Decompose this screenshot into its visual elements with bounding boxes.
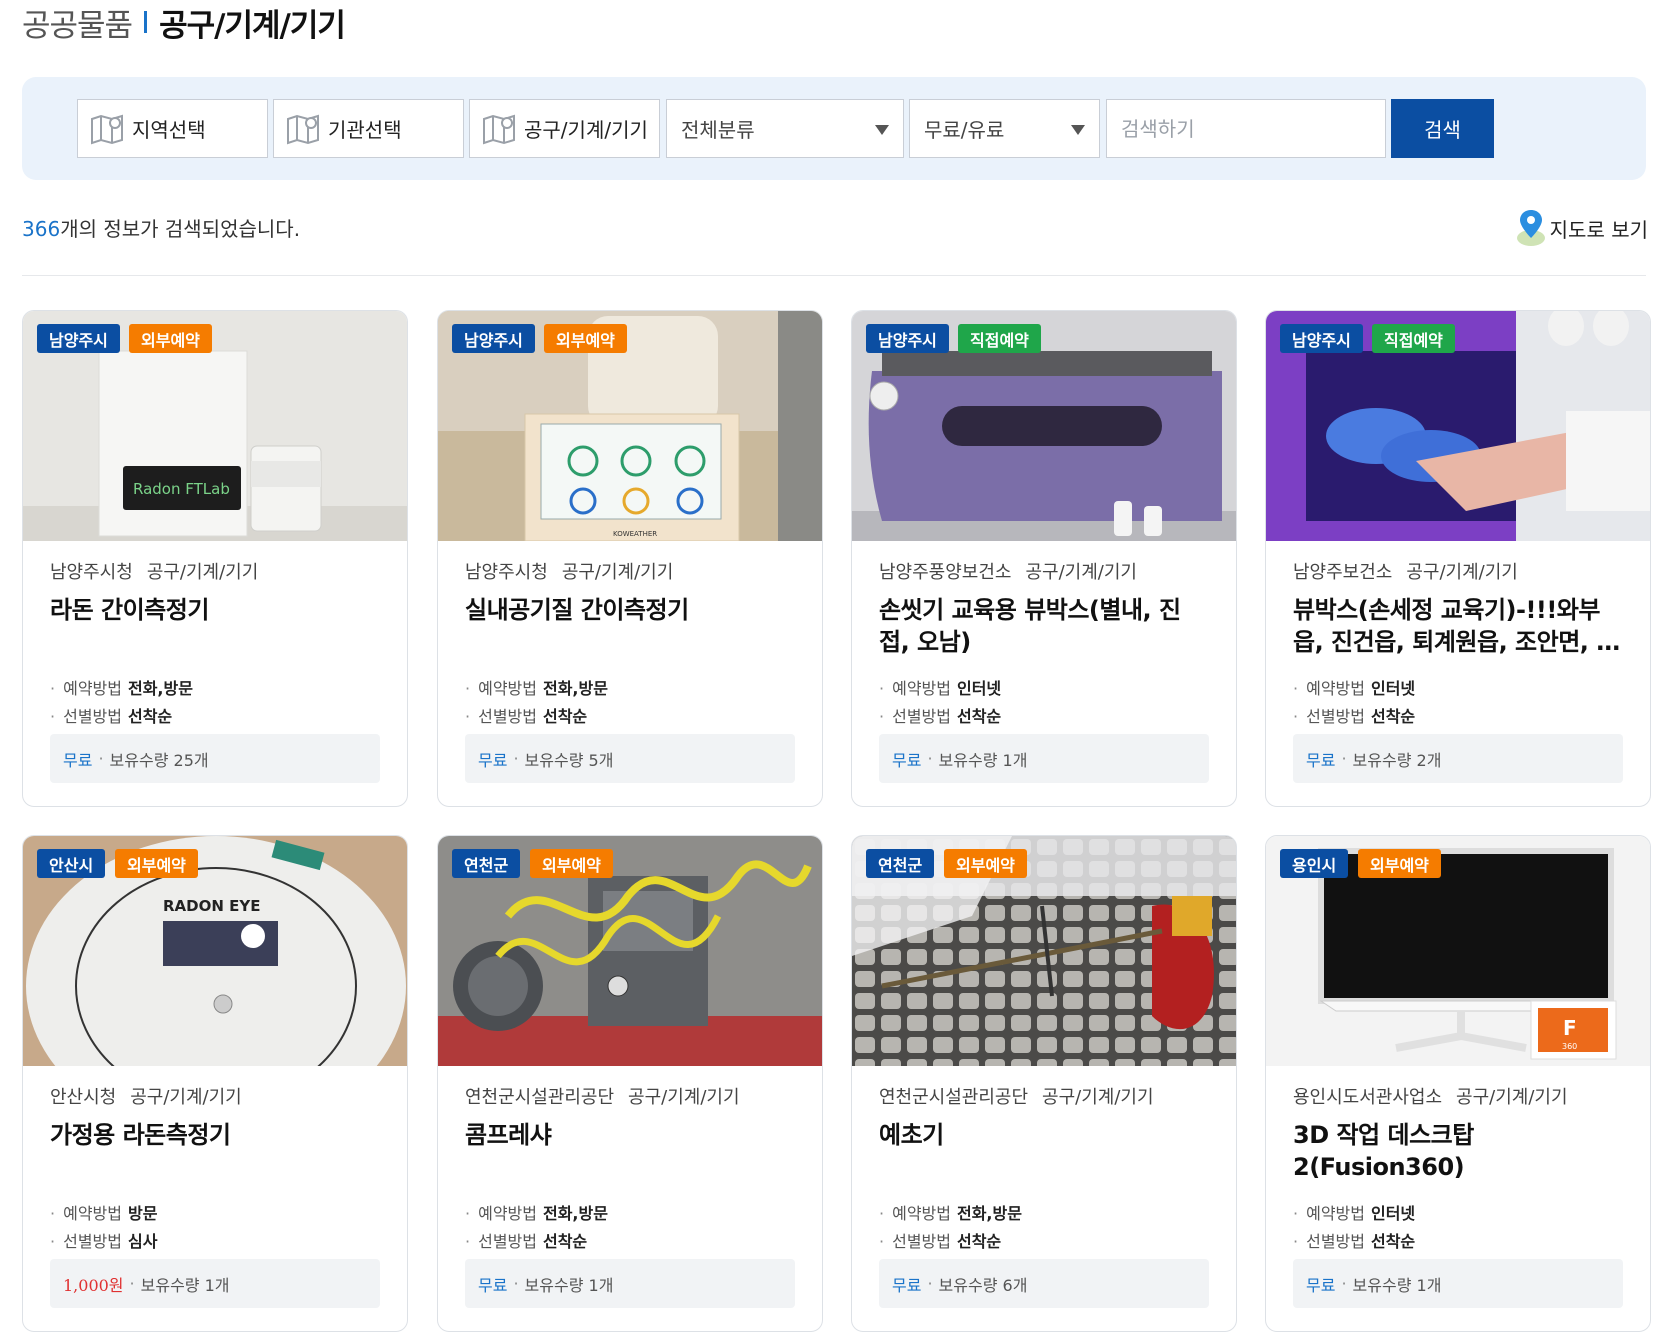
region-badge: 남양주시 [452,324,535,353]
reserve-method: 예약방법인터넷 [1293,1200,1415,1224]
item-title: 라돈 간이측정기 [50,596,209,624]
reserve-method: 예약방법전화,방문 [50,675,193,699]
price-box: 무료 · 보유수량 2개 [1293,734,1623,783]
price-box: 무료 · 보유수량 25개 [50,734,380,783]
classification-select[interactable]: 전체분류 [666,99,904,158]
item-org: 연천군시설관리공단 공구/기계/기기 [879,1087,1154,1108]
select-method: 선별방법선착순 [1293,703,1415,727]
caret-down-icon [875,125,889,135]
item-card[interactable]: F 360 용인시 외부예약 용인시도서관사업소 공구/기계/기기 3D 작업 데… [1265,835,1651,1332]
select-method: 선별방법심사 [50,1228,157,1252]
item-title: 실내공기질 간이측정기 [465,596,689,624]
agency-select-button[interactable]: 기관선택 [273,99,464,158]
fusion-sub-text: 360 [1562,1042,1577,1051]
map-icon [91,114,123,144]
map-view-label: 지도로 보기 [1549,217,1648,242]
item-card[interactable]: 연천군 외부예약 연천군시설관리공단공구/기계/기기 콤프레샤 예약방법전화,방… [437,835,823,1332]
region-select-label: 지역선택 [132,118,206,142]
item-org: 용인시도서관사업소 공구/기계/기기 [1293,1087,1568,1108]
item-card[interactable]: 연천군 외부예약 연천군시설관리공단공구/기계/기기 예초기 예약방법전화,방문… [851,835,1237,1332]
booking-badge: 외부예약 [544,324,627,353]
map-icon [483,114,515,144]
region-badge: 용인시 [1280,849,1349,878]
map-view-button[interactable]: 지도로 보기 [1514,208,1648,248]
fusion-logo-text: F [1563,1016,1577,1040]
select-method: 선별방법선착순 [1293,1228,1415,1252]
booking-badge: 외부예약 [1358,849,1441,878]
item-card[interactable]: 남양주시 직접예약 남양주풍양보건소 공구/기계/기기 손씻기 교육용 뷰박스(별… [851,310,1237,807]
item-org: 남양주풍양보건소 공구/기계/기기 [879,562,1137,583]
map-pin-icon [1516,210,1545,246]
result-count-number: 366 [22,217,61,241]
region-badge: 남양주시 [37,324,120,353]
item-org: 연천군시설관리공단 공구/기계/기기 [465,1087,740,1108]
region-badge: 남양주시 [866,324,949,353]
result-count-text: 개의 정보가 검색되었습니다. [60,217,301,241]
price-box: 무료 · 보유수량 1개 [879,734,1209,783]
device-brand-text: RADON EYE [163,897,261,915]
reserve-method: 예약방법전화,방문 [465,675,608,699]
booking-badge: 직접예약 [958,324,1041,353]
region-badge: 안산시 [37,849,106,878]
price-box: 무료 · 보유수량 6개 [879,1259,1209,1308]
item-title: 예초기 [879,1121,944,1149]
item-card[interactable]: RADON EYE 안산시 외부예약 안산시청 공구/기계/기기 가정용 라돈측정… [22,835,408,1332]
select-method: 선별방법선착순 [465,703,587,727]
booking-badge: 외부예약 [115,849,198,878]
select-method: 선별방법선착순 [50,703,172,727]
region-select-button[interactable]: 지역선택 [77,99,268,158]
type-select-button[interactable]: 공구/기계/기기 [469,99,660,158]
classification-select-value: 전체분류 [681,118,755,142]
item-org: 남양주시청 공구/기계/기기 [50,562,259,583]
item-org: 남양주시청 공구/기계/기기 [465,562,674,583]
price-box: 1,000원 · 보유수량 1개 [50,1259,380,1308]
caret-down-icon [1071,125,1085,135]
booking-badge: 외부예약 [944,849,1027,878]
page-title: 공공물품 공구/기계/기기 [22,0,346,44]
select-method: 선별방법선착순 [879,703,1001,727]
reserve-method: 예약방법전화,방문 [465,1200,608,1224]
search-input[interactable] [1106,99,1386,158]
search-button[interactable]: 검색 [1391,99,1494,158]
item-org: 안산시청 공구/기계/기기 [50,1087,242,1108]
price-box: 무료 · 보유수량 1개 [1293,1259,1623,1308]
booking-badge: 외부예약 [129,324,212,353]
region-badge: 연천군 [452,849,521,878]
type-select-label: 공구/기계/기기 [524,118,648,142]
search-panel: 지역선택 기관선택 공구/기계/기기 전체분류 무료/유료 검색 [22,77,1646,180]
price-box: 무료 · 보유수량 1개 [465,1259,795,1308]
booking-badge: 외부예약 [530,849,613,878]
region-badge: 연천군 [866,849,935,878]
item-title: 콤프레샤 [465,1121,552,1149]
item-title: 뷰박스(손세정 교육기)-!!!와부읍, 진건읍, 퇴계원읍, 조안면, 화도읍 [1293,596,1618,656]
price-box: 무료 · 보유수량 5개 [465,734,795,783]
agency-select-label: 기관선택 [328,118,402,142]
item-title: 3D 작업 데스크탑2(Fusion360) [1293,1121,1474,1181]
item-title: 가정용 라돈측정기 [50,1121,231,1149]
radon-brand-text: Radon FTLab [133,480,230,498]
item-card[interactable]: 남양주시 직접예약 남양주보건소 공구/기계/기기 뷰박스(손세정 교육기)-!!… [1265,310,1651,807]
results-divider [22,275,1646,276]
reserve-method: 예약방법인터넷 [1293,675,1415,699]
map-icon [287,114,319,144]
page-subcategory: 공구/기계/기기 [159,7,346,44]
region-badge: 남양주시 [1280,324,1363,353]
select-method: 선별방법선착순 [879,1228,1001,1252]
fee-select[interactable]: 무료/유료 [909,99,1100,158]
item-org: 남양주보건소 공구/기계/기기 [1293,562,1518,583]
reserve-method: 예약방법방문 [50,1200,157,1224]
fee-select-value: 무료/유료 [924,118,1005,142]
title-divider [144,11,148,33]
page-category: 공공물품 [22,7,133,44]
item-card[interactable]: Radon FTLab 남양주시 외부예약 남양주시청 공구/기계/기기 라돈 간… [22,310,408,807]
reserve-method: 예약방법인터넷 [879,675,1001,699]
result-count: 366개의 정보가 검색되었습니다. [22,213,300,242]
select-method: 선별방법선착순 [465,1228,587,1252]
item-card[interactable]: KOWEATHER 남양주시 외부예약 남양주시청 공구/기계/기기 실내공기질 … [437,310,823,807]
reserve-method: 예약방법전화,방문 [879,1200,1022,1224]
item-title: 손씻기 교육용 뷰박스(별내, 진접, 오남) [879,596,1181,656]
weather-brand-text: KOWEATHER [613,530,657,538]
booking-badge: 직접예약 [1372,324,1455,353]
